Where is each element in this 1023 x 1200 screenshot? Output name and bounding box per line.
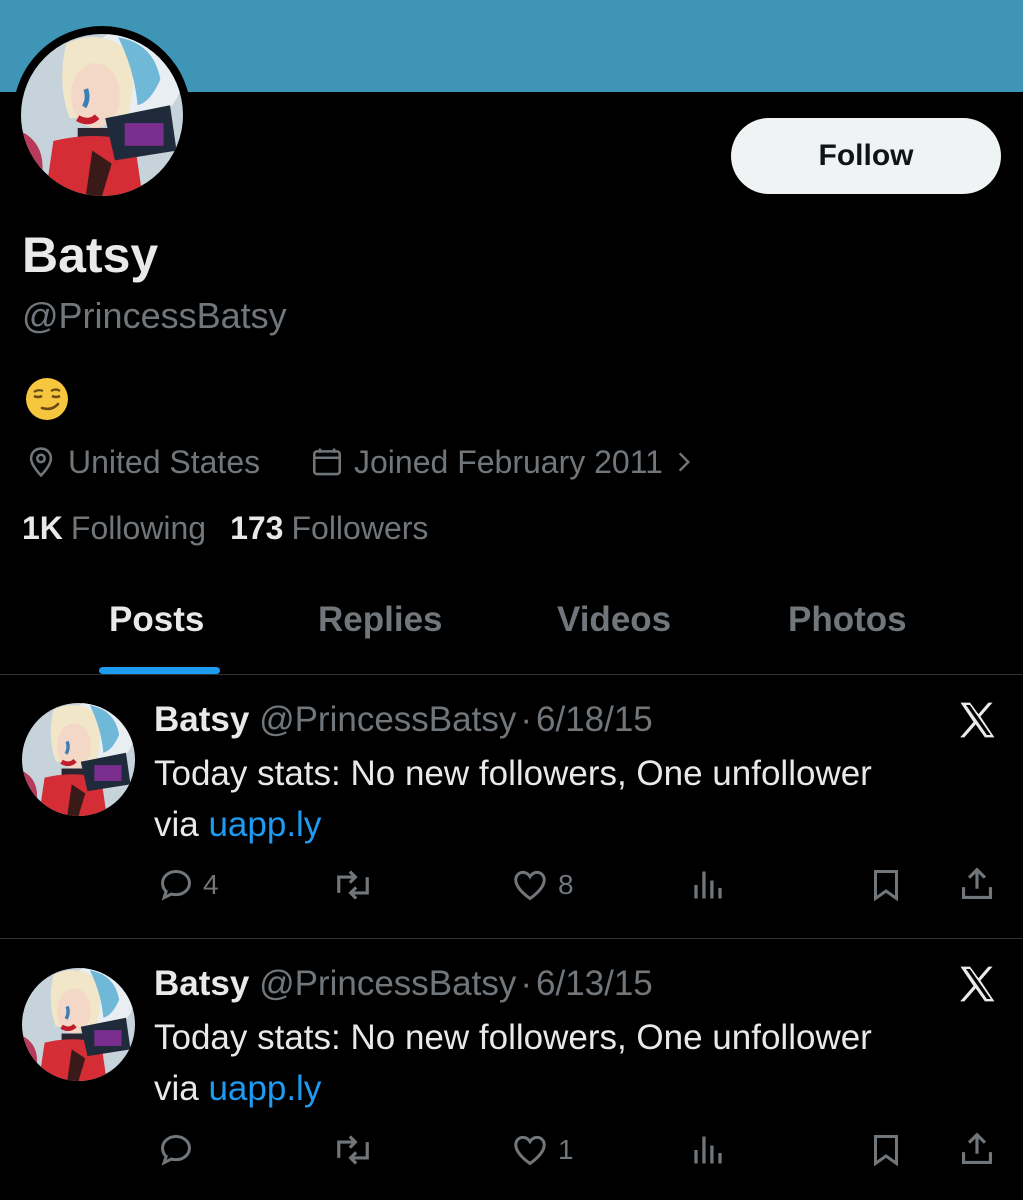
followers-link[interactable]: 173 Followers xyxy=(230,510,428,547)
profile-tabs: Posts Replies Videos Photos xyxy=(0,590,1023,675)
views-icon xyxy=(694,1136,722,1164)
share-button[interactable] xyxy=(958,864,996,904)
post-header: Batsy @PrincessBatsy · 6/13/15 xyxy=(154,964,653,1004)
views-button[interactable] xyxy=(690,1131,726,1169)
tab-posts[interactable]: Posts xyxy=(109,600,204,640)
post-author-name[interactable]: Batsy xyxy=(154,700,249,739)
share-icon xyxy=(961,1132,993,1165)
repost-icon xyxy=(337,1135,369,1165)
bookmark-button[interactable] xyxy=(868,1131,904,1169)
calendar-icon xyxy=(312,448,342,476)
profile-location: United States xyxy=(24,440,260,484)
bookmark-button[interactable] xyxy=(868,866,904,904)
following-link[interactable]: 1K Following xyxy=(22,510,206,547)
post-avatar[interactable] xyxy=(22,703,135,816)
tab-replies[interactable]: Replies xyxy=(318,600,443,640)
heart-icon xyxy=(514,1135,546,1166)
avatar-image xyxy=(21,34,183,196)
post-text-line: via uapp.ly xyxy=(154,1063,984,1114)
post-date[interactable]: 6/18/15 xyxy=(536,700,653,739)
following-label: Following xyxy=(70,510,207,546)
post-body: Today stats: No new followers, One unfol… xyxy=(154,748,984,850)
profile-handle: @PrincessBatsy xyxy=(22,295,287,336)
reply-count: 4 xyxy=(203,869,219,900)
reply-icon xyxy=(161,1135,191,1166)
share-icon xyxy=(961,867,993,900)
bookmark-icon xyxy=(874,1135,898,1167)
post-author-name[interactable]: Batsy xyxy=(154,964,249,1003)
repost-icon xyxy=(337,870,369,900)
post-text-line: Today stats: No new followers, One unfol… xyxy=(154,1018,872,1057)
post-divider xyxy=(0,938,1023,939)
bookmark-icon xyxy=(874,870,898,902)
like-count: 1 xyxy=(558,1134,574,1165)
post-date[interactable]: 6/13/15 xyxy=(536,964,653,1003)
reply-icon xyxy=(161,870,191,901)
like-button[interactable]: 8 xyxy=(510,866,574,904)
repost-button[interactable] xyxy=(330,866,376,904)
post-author-handle[interactable]: @PrincessBatsy xyxy=(259,964,516,1003)
post-text-line: Today stats: No new followers, One unfol… xyxy=(154,754,872,793)
active-tab-indicator xyxy=(99,667,220,674)
profile-joined[interactable]: Joined February 2011 xyxy=(310,440,697,484)
post-text-prefix: via xyxy=(154,1069,209,1108)
following-count: 1K xyxy=(22,510,63,546)
map-pin-icon xyxy=(29,447,53,478)
profile-avatar[interactable] xyxy=(13,26,191,204)
like-count: 8 xyxy=(558,869,574,900)
post-author-handle[interactable]: @PrincessBatsy xyxy=(259,700,516,739)
tab-photos[interactable]: Photos xyxy=(788,600,907,640)
post-text-prefix: via xyxy=(154,805,209,844)
follow-button[interactable]: Follow xyxy=(731,118,1001,194)
post-link[interactable]: uapp.ly xyxy=(208,1069,321,1108)
post-body: Today stats: No new followers, One unfol… xyxy=(154,1012,984,1114)
views-button[interactable] xyxy=(690,866,726,904)
reply-button[interactable] xyxy=(157,1131,203,1169)
followers-label: Followers xyxy=(291,510,429,546)
post-avatar[interactable] xyxy=(22,968,135,1081)
profile-display-name: Batsy xyxy=(22,227,159,283)
heart-icon xyxy=(514,870,546,901)
followers-count: 173 xyxy=(230,510,284,546)
profile-counts: 1K Following 173 Followers xyxy=(22,510,428,547)
location-text: United States xyxy=(68,443,261,480)
post-link[interactable]: uapp.ly xyxy=(208,805,321,844)
post-text-line: via uapp.ly xyxy=(154,799,984,850)
reply-button[interactable]: 4 xyxy=(157,866,219,904)
repost-button[interactable] xyxy=(330,1131,376,1169)
smirk-emoji-icon xyxy=(26,378,68,420)
post-header: Batsy @PrincessBatsy · 6/18/15 xyxy=(154,700,653,740)
tab-videos[interactable]: Videos xyxy=(557,600,671,640)
chevron-right-icon xyxy=(678,452,690,472)
x-logo-icon xyxy=(960,702,995,738)
like-button[interactable]: 1 xyxy=(510,1131,574,1169)
views-icon xyxy=(694,871,722,899)
post-separator: · xyxy=(520,700,532,739)
post-separator: · xyxy=(520,964,532,1003)
joined-text: Joined February 2011 xyxy=(354,443,663,480)
x-logo-icon xyxy=(960,966,995,1002)
share-button[interactable] xyxy=(958,1129,996,1169)
